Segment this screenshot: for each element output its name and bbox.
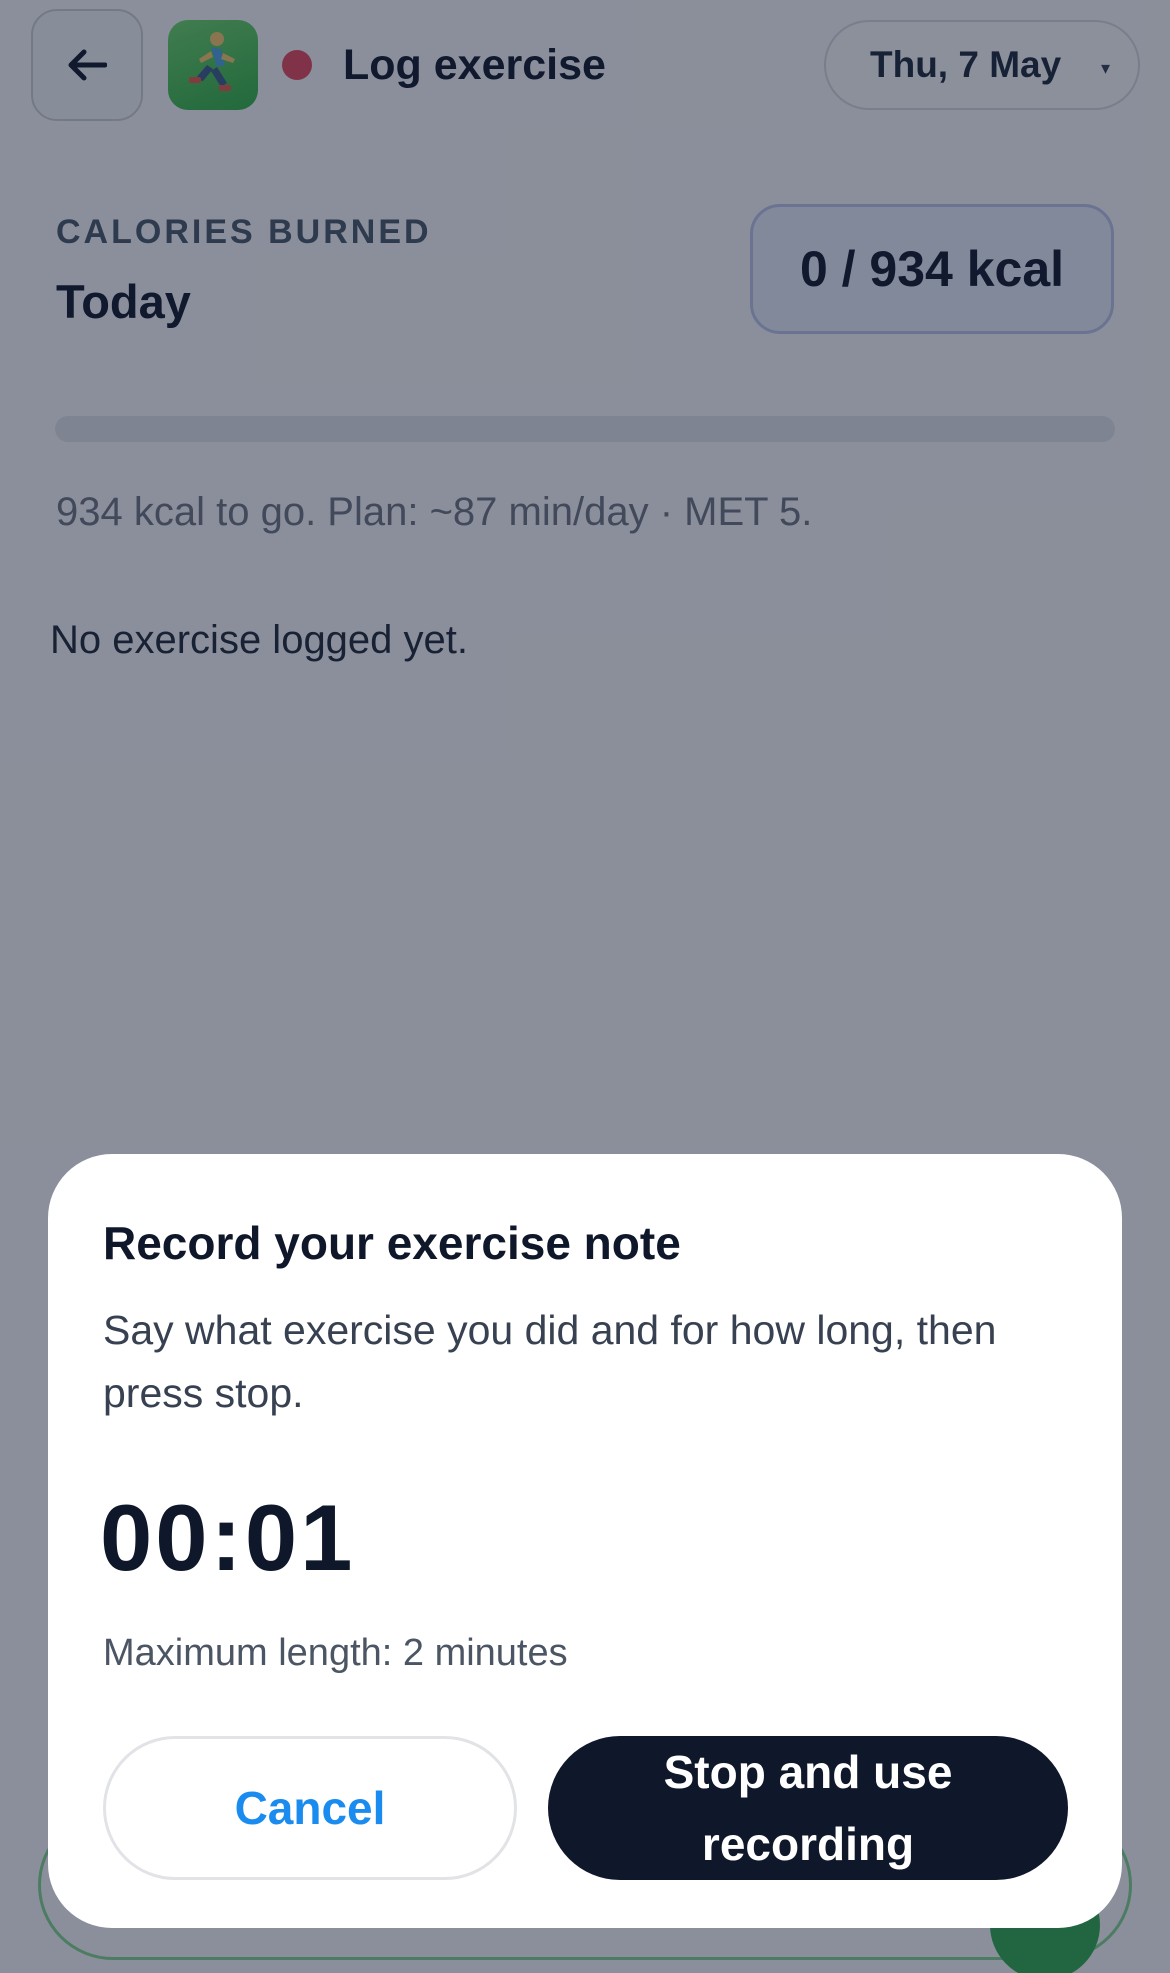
cancel-button[interactable]: Cancel	[103, 1736, 517, 1880]
record-modal: Record your exercise note Say what exerc…	[48, 1154, 1122, 1928]
log-exercise-screen: Log exercise Thu, 7 May ▾ CALORIES BURNE…	[0, 0, 1170, 1973]
modal-title: Record your exercise note	[103, 1217, 681, 1269]
cancel-button-label: Cancel	[234, 1782, 386, 1834]
modal-description: Say what exercise you did and for how lo…	[103, 1307, 997, 1416]
max-length-text: Maximum length: 2 minutes	[103, 1632, 568, 1674]
stop-button-label: Stop and use recording	[663, 1746, 953, 1870]
recording-timer: 00:01	[100, 1485, 356, 1590]
stop-and-use-recording-button[interactable]: Stop and use recording	[548, 1736, 1068, 1880]
